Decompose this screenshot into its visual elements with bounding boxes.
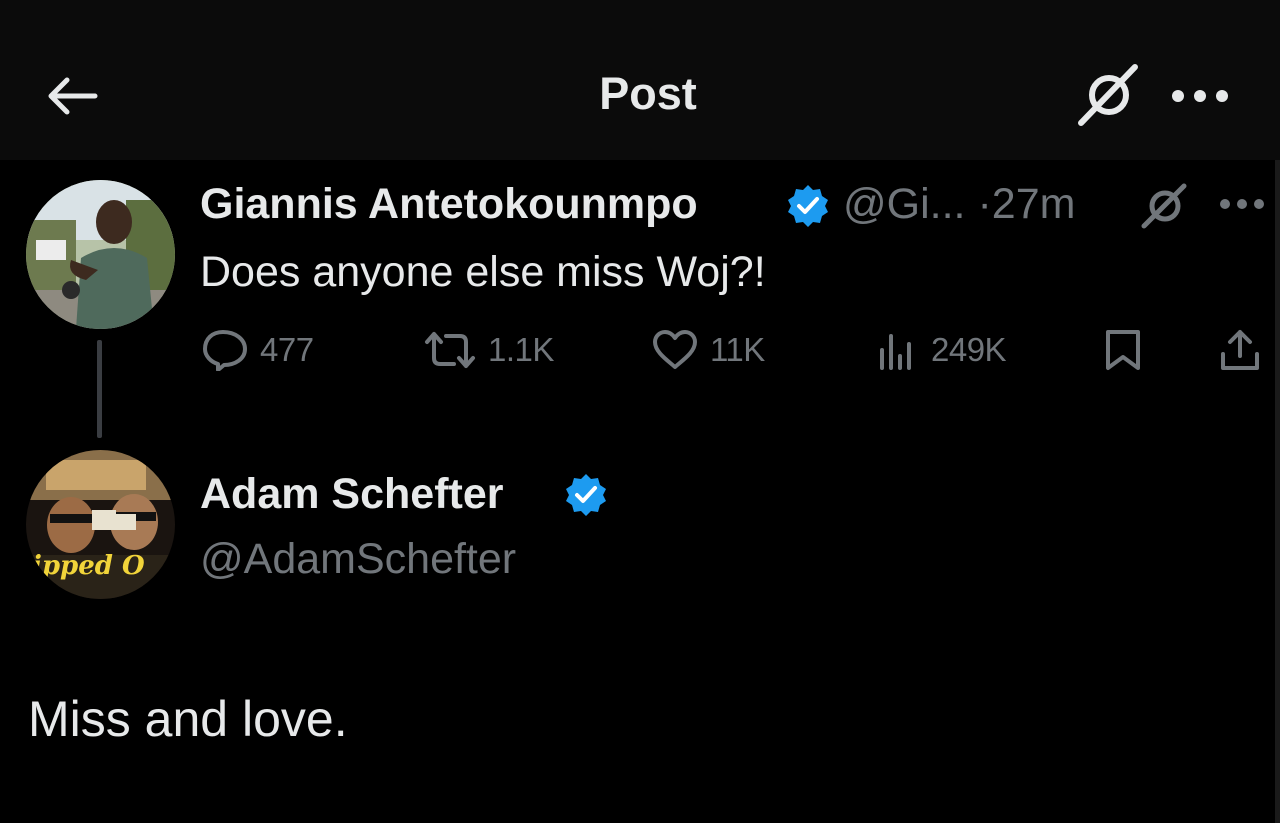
grok-button[interactable]	[1072, 62, 1144, 130]
heart-icon	[653, 330, 697, 369]
scrollbar[interactable]	[1275, 160, 1280, 823]
verified-badge-icon	[566, 474, 606, 516]
grok-icon	[1078, 64, 1138, 126]
like-button[interactable]: 11K	[652, 328, 765, 372]
reply-author-handle[interactable]: @AdamSchefter	[200, 535, 516, 584]
views-button[interactable]: 249K	[877, 328, 1007, 372]
reply-icon	[203, 330, 247, 371]
adam-schefter-avatar[interactable]: ipped O	[26, 450, 175, 599]
avatar-photo: ipped O	[26, 450, 175, 599]
more-horizontal-icon	[1172, 90, 1228, 102]
post-more-icon[interactable]	[1218, 197, 1266, 211]
author-name[interactable]: Giannis Antetokounmpo	[200, 180, 698, 229]
reply-author-name[interactable]: Adam Schefter	[200, 470, 503, 519]
share-button[interactable]	[1218, 328, 1262, 372]
share-icon	[1221, 330, 1259, 370]
giannis-avatar[interactable]	[26, 180, 175, 329]
verified-badge-icon	[788, 185, 828, 227]
reply-button[interactable]: 477	[202, 328, 314, 372]
analytics-icon	[880, 334, 911, 370]
repost-button[interactable]: 1.1K	[424, 328, 554, 372]
avatar-photo	[26, 180, 175, 329]
handle-separator: ·	[977, 180, 992, 228]
avatar-caption: ipped O	[32, 551, 145, 581]
author-handle[interactable]: @Gi... ·27m	[843, 180, 1075, 229]
bookmark-button[interactable]	[1104, 328, 1142, 372]
like-count: 11K	[710, 331, 765, 368]
reply-text: Miss and love.	[28, 691, 348, 747]
post-text: Does anyone else miss Woj?!	[200, 248, 766, 296]
repost-count: 1.1K	[488, 331, 554, 368]
grok-icon[interactable]	[1140, 183, 1188, 229]
handle-text: @Gi...	[843, 180, 966, 228]
thread-connector-line	[97, 340, 102, 438]
repost-icon	[425, 332, 475, 368]
more-options-button[interactable]	[1166, 72, 1234, 120]
views-count: 249K	[931, 331, 1007, 368]
post-time[interactable]: 27m	[992, 180, 1076, 228]
bookmark-icon	[1106, 330, 1140, 370]
top-header: Post	[0, 0, 1280, 160]
reply-count: 477	[260, 331, 314, 368]
